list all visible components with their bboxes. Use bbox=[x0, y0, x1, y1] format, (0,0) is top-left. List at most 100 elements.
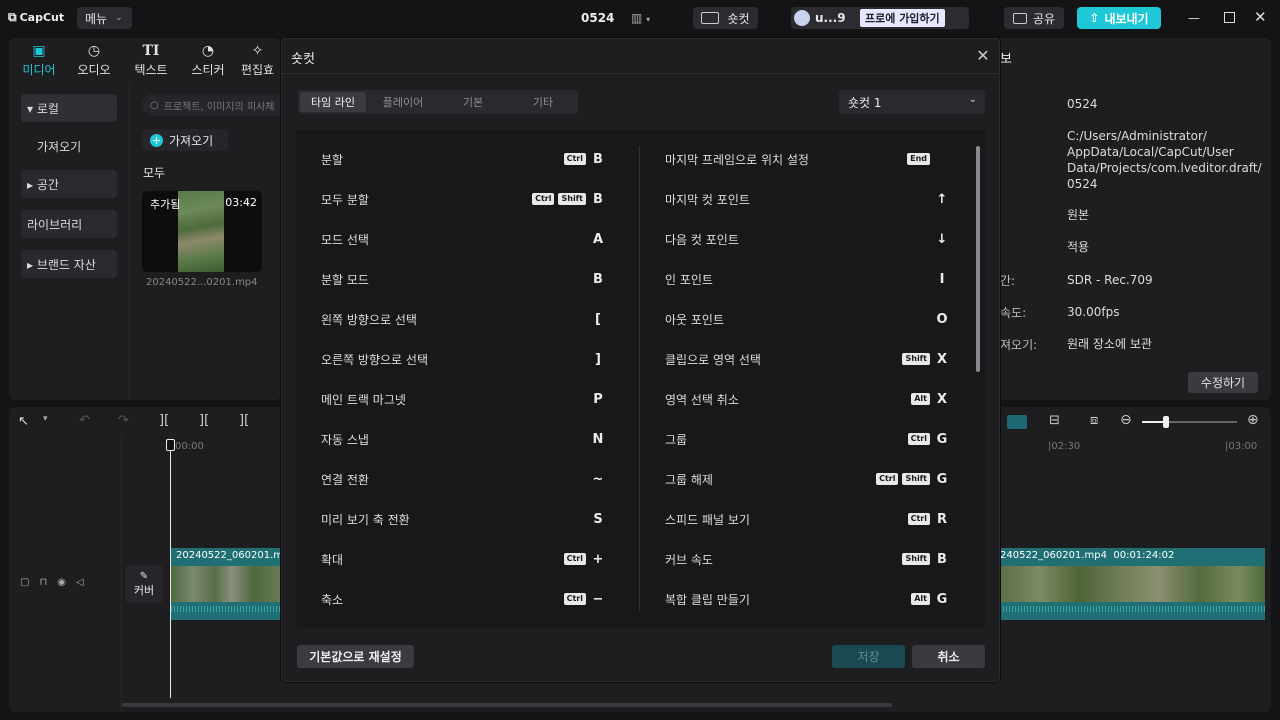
shortcut-row[interactable]: 연결 전환 ~ bbox=[321, 468, 606, 490]
shortcut-row[interactable]: 분할 모드 B bbox=[321, 268, 606, 290]
shortcut-row[interactable]: 모드 선택 A bbox=[321, 228, 606, 250]
shortcut-row[interactable]: 그룹 Ctrl G bbox=[665, 428, 950, 450]
media-thumbnail[interactable]: 추가됨 03:42 bbox=[142, 191, 262, 272]
timeline-clip-right[interactable]: 240522_060201.mp4 00:01:24:02 bbox=[1000, 548, 1265, 620]
shortcut-button[interactable]: 숏컷 bbox=[693, 7, 758, 29]
speaker-icon[interactable]: ◁ bbox=[76, 577, 84, 591]
menu-button[interactable]: 메뉴 ⌄ bbox=[77, 7, 132, 29]
shortcut-keys[interactable]: Ctrl Shift G bbox=[876, 472, 950, 487]
shortcut-row[interactable]: 마지막 프레임으로 위치 설정 End bbox=[665, 148, 950, 170]
shortcut-row[interactable]: 마지막 컷 포인트 ↑ bbox=[665, 188, 950, 210]
split-icon[interactable]: ][ bbox=[159, 413, 169, 428]
media-search[interactable]: ○ 프로젝트, 이미지의 피사체 bbox=[142, 94, 281, 116]
shortcut-keys[interactable]: [ bbox=[590, 312, 606, 327]
shortcut-keys[interactable]: Alt X bbox=[911, 392, 950, 407]
shortcut-keys[interactable]: O bbox=[934, 312, 950, 327]
playhead[interactable] bbox=[170, 440, 171, 698]
shortcut-row[interactable]: 오른쪽 방향으로 선택] bbox=[321, 348, 606, 370]
playhead-handle[interactable] bbox=[166, 439, 175, 451]
shortcut-keys[interactable]: ↓ bbox=[934, 232, 950, 247]
shortcut-keys[interactable]: End bbox=[907, 153, 950, 165]
shortcut-keys[interactable]: Shift X bbox=[902, 352, 950, 367]
tab-timeline[interactable]: 타임 라인 bbox=[300, 92, 366, 112]
cancel-button[interactable]: 취소 bbox=[912, 645, 985, 668]
shortcut-keys[interactable]: N bbox=[590, 432, 606, 447]
tab-effects[interactable]: ✧ 편집효 bbox=[234, 38, 281, 82]
eye-icon[interactable]: ◉ bbox=[57, 577, 66, 591]
shortcut-keys[interactable]: ] bbox=[590, 352, 606, 367]
trim-right-icon[interactable]: ][ bbox=[239, 413, 249, 428]
shortcut-keys[interactable]: Shift B bbox=[902, 552, 950, 567]
reset-defaults-button[interactable]: 기본값으로 재설정 bbox=[297, 645, 414, 668]
shortcut-row[interactable]: 그룹 해제 Ctrl Shift G bbox=[665, 468, 950, 490]
shortcut-keys[interactable]: Ctrl Shift B bbox=[532, 192, 606, 207]
shortcut-row[interactable]: 커브 속도 Shift B bbox=[665, 548, 950, 570]
close-window-icon[interactable]: ✕ bbox=[1254, 8, 1267, 26]
search-input[interactable]: 프로젝트, 이미지의 피사체 bbox=[164, 98, 275, 113]
shortcut-row[interactable]: 복합 클립 만들기 Alt G bbox=[665, 588, 950, 610]
minimize-icon[interactable]: — bbox=[1188, 11, 1202, 25]
preset-select[interactable]: 숏컷 1 ⌄ bbox=[839, 90, 985, 114]
trim-left-icon[interactable]: ][ bbox=[199, 413, 209, 428]
user-pill[interactable]: u...9 프로에 가입하기 bbox=[791, 7, 969, 29]
sidebar-item-brand[interactable]: ▸ 브랜드 자산 bbox=[21, 250, 117, 278]
lock-icon[interactable]: ⊓ bbox=[39, 577, 47, 591]
shortcut-keys[interactable]: Ctrl R bbox=[907, 512, 950, 527]
timeline-clip-left[interactable]: 20240522_060201.m bbox=[171, 548, 281, 620]
shortcut-keys[interactable]: Ctrl B bbox=[563, 152, 606, 167]
shortcut-keys[interactable]: I bbox=[934, 272, 950, 287]
project-name[interactable]: 0524 bbox=[581, 11, 614, 25]
edit-button[interactable]: 수정하기 bbox=[1188, 372, 1258, 393]
sidebar-item-local[interactable]: ▾ 로컬 bbox=[21, 94, 117, 122]
list-scrollbar[interactable] bbox=[976, 146, 980, 372]
chevron-down-icon[interactable]: ▾ bbox=[43, 414, 48, 424]
tab-player[interactable]: 플레이어 bbox=[370, 92, 436, 112]
shortcut-row[interactable]: 영역 선택 취소 Alt X bbox=[665, 388, 950, 410]
shortcut-row[interactable]: 자동 스냅 N bbox=[321, 428, 606, 450]
pro-join-badge[interactable]: 프로에 가입하기 bbox=[860, 9, 945, 27]
export-button[interactable]: ⇧ 내보내기 bbox=[1077, 7, 1161, 29]
share-button[interactable]: 공유 bbox=[1004, 7, 1064, 29]
zoom-in-icon[interactable]: ⊕ bbox=[1247, 412, 1259, 428]
shortcut-keys[interactable]: A bbox=[590, 232, 606, 247]
shortcut-row[interactable]: 클립으로 영역 선택 Shift X bbox=[665, 348, 950, 370]
shortcut-row[interactable]: 확대 Ctrl + bbox=[321, 548, 606, 570]
undo-icon[interactable]: ↶ bbox=[79, 413, 90, 428]
tab-media[interactable]: ▣ 미디어 bbox=[9, 38, 69, 82]
shortcut-keys[interactable]: S bbox=[590, 512, 606, 527]
zoom-out-icon[interactable]: ⊖ bbox=[1120, 412, 1132, 428]
select-cursor-icon[interactable]: ↖ bbox=[18, 414, 29, 429]
shortcut-keys[interactable]: P bbox=[590, 392, 606, 407]
shortcut-row[interactable]: 아웃 포인트 O bbox=[665, 308, 950, 330]
link-icon[interactable]: ⊟ bbox=[1049, 413, 1060, 428]
maximize-icon[interactable] bbox=[1224, 12, 1235, 23]
zoom-slider-handle[interactable] bbox=[1163, 416, 1169, 428]
shortcut-keys[interactable]: Ctrl G bbox=[907, 432, 950, 447]
sidebar-item-library[interactable]: 라이브러리 bbox=[21, 210, 117, 238]
timeline-scrollbar[interactable] bbox=[122, 703, 892, 707]
shortcut-keys[interactable]: ↑ bbox=[934, 192, 950, 207]
shortcut-row[interactable]: 스피드 패널 보기 Ctrl R bbox=[665, 508, 950, 530]
shortcut-keys[interactable]: Ctrl + bbox=[563, 552, 606, 567]
track-cover-icon[interactable]: ▢ bbox=[20, 577, 29, 591]
sidebar-item-space[interactable]: ▸ 공간 bbox=[21, 170, 117, 198]
shortcut-keys[interactable]: Ctrl − bbox=[563, 592, 606, 607]
shortcut-row[interactable]: 미리 보기 축 전환 S bbox=[321, 508, 606, 530]
sidebar-item-import[interactable]: 가져오기 bbox=[21, 132, 117, 160]
save-button[interactable]: 저장 bbox=[832, 645, 905, 668]
tab-audio[interactable]: ◷ 오디오 bbox=[64, 38, 124, 82]
shortcut-row[interactable]: 인 포인트 I bbox=[665, 268, 950, 290]
tab-other[interactable]: 기타 bbox=[510, 92, 576, 112]
magnet-icon[interactable] bbox=[1007, 415, 1027, 429]
tab-text[interactable]: TI 텍스트 bbox=[121, 38, 181, 82]
shortcut-keys[interactable]: ~ bbox=[590, 472, 606, 487]
close-icon[interactable]: ✕ bbox=[974, 47, 992, 65]
layout-icon[interactable]: ▥ ▾ bbox=[631, 11, 661, 25]
redo-icon[interactable]: ↷ bbox=[118, 413, 129, 428]
shortcut-row[interactable]: 다음 컷 포인트 ↓ bbox=[665, 228, 950, 250]
shortcut-row[interactable]: 분할 Ctrl B bbox=[321, 148, 606, 170]
import-button[interactable]: + 가져오기 bbox=[142, 129, 228, 151]
shortcut-row[interactable]: 메인 트랙 마그넷 P bbox=[321, 388, 606, 410]
shortcut-row[interactable]: 모두 분할 Ctrl Shift B bbox=[321, 188, 606, 210]
tab-basic[interactable]: 기본 bbox=[440, 92, 506, 112]
